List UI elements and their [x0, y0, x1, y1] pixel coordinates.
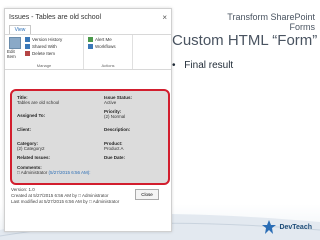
workflows-button[interactable]: Workflows — [88, 44, 130, 49]
edit-item-label: Edit Item — [7, 49, 16, 59]
comment-date: (5/27/2015 6:56 AM): — [48, 170, 91, 175]
alert-me-label: Alert Me — [95, 37, 112, 42]
comment-author-icon: □ — [17, 170, 20, 175]
workflows-icon — [88, 44, 93, 49]
issue-status-value: Active — [104, 100, 117, 105]
tab-view[interactable]: View — [9, 25, 31, 34]
shared-with-icon — [25, 44, 30, 49]
alert-icon — [88, 37, 93, 42]
star-logo-icon — [262, 220, 277, 234]
sharepoint-dialog: Issues - Tables are old school × View Ed… — [4, 8, 172, 232]
product-field: Product: Product A — [104, 141, 124, 151]
title-value: Tables are old school — [17, 100, 60, 105]
item-footer: Version: 1.0 Created at 5/27/2015 6:56 A… — [11, 187, 119, 205]
logo-text: DevTeach — [279, 223, 312, 231]
comment-author[interactable]: Administrator — [21, 170, 48, 175]
description-field: Description: — [104, 127, 130, 132]
close-button[interactable]: Close — [135, 189, 159, 200]
title-field: Title: Tables are old school — [17, 95, 59, 105]
ribbon: Edit Item Version History Shared With De… — [5, 34, 171, 70]
client-label: Client: — [17, 127, 31, 132]
actions-column: Alert Me Workflows — [88, 37, 130, 49]
custom-form: Title: Tables are old school Issue Statu… — [10, 89, 170, 185]
ribbon-group-actions: Alert Me Workflows Actions — [84, 35, 133, 69]
category-value: (2) Category2 — [17, 146, 45, 151]
bullet-item: • Final result — [172, 60, 233, 71]
priority-value: (2) Normal — [104, 114, 126, 119]
dialog-title: Issues - Tables are old school — [9, 13, 102, 21]
delete-item-button[interactable]: Delete Item — [25, 51, 62, 56]
related-issues-label: Related Issues: — [17, 155, 51, 160]
assigned-to-field: Assigned To: — [17, 113, 45, 118]
client-field: Client: — [17, 127, 31, 132]
priority-field: Priority: (2) Normal — [104, 109, 125, 119]
edit-item-icon — [9, 37, 21, 49]
alert-me-button[interactable]: Alert Me — [88, 37, 130, 42]
delete-icon — [25, 51, 30, 56]
close-icon[interactable]: × — [162, 13, 167, 22]
slide-heading: Custom HTML “Form” — [172, 32, 318, 49]
assigned-to-label: Assigned To: — [17, 113, 46, 118]
product-value: Product A — [104, 146, 124, 151]
comment-entry: □ Administrator (5/27/2015 6:56 AM): — [17, 170, 91, 175]
due-date-label: Due Date: — [104, 155, 126, 160]
workflows-label: Workflows — [95, 44, 116, 49]
due-date-field: Due Date: — [104, 155, 125, 160]
bullet-text: Final result — [184, 60, 234, 71]
version-history-icon — [25, 37, 30, 42]
shared-with-button[interactable]: Shared With — [25, 44, 62, 49]
slide-title: Transform SharePoint Forms — [227, 12, 315, 32]
issue-status-field: Issue Status: Active — [104, 95, 132, 105]
version-history-label: Version History — [32, 37, 63, 42]
version-history-button[interactable]: Version History — [25, 37, 62, 42]
bullet-dot: • — [172, 60, 176, 71]
shared-with-label: Shared With — [32, 44, 57, 49]
devteach-logo: DevTeach — [262, 220, 312, 234]
description-label: Description: — [104, 127, 131, 132]
ribbon-group-manage: Edit Item Version History Shared With De… — [5, 35, 84, 69]
delete-item-label: Delete Item — [32, 51, 56, 56]
category-field: Category: (2) Category2 — [17, 141, 45, 151]
modified-text: Last modified at 5/27/2015 6:56 AM by □ … — [11, 199, 120, 204]
group-label-manage: Manage — [36, 63, 52, 68]
comments-field: Comments: □ Administrator (5/27/2015 6:5… — [17, 165, 91, 175]
related-issues-field: Related Issues: — [17, 155, 50, 160]
dialog-titlebar: Issues - Tables are old school × — [5, 9, 171, 25]
group-label-actions: Actions — [101, 63, 115, 68]
